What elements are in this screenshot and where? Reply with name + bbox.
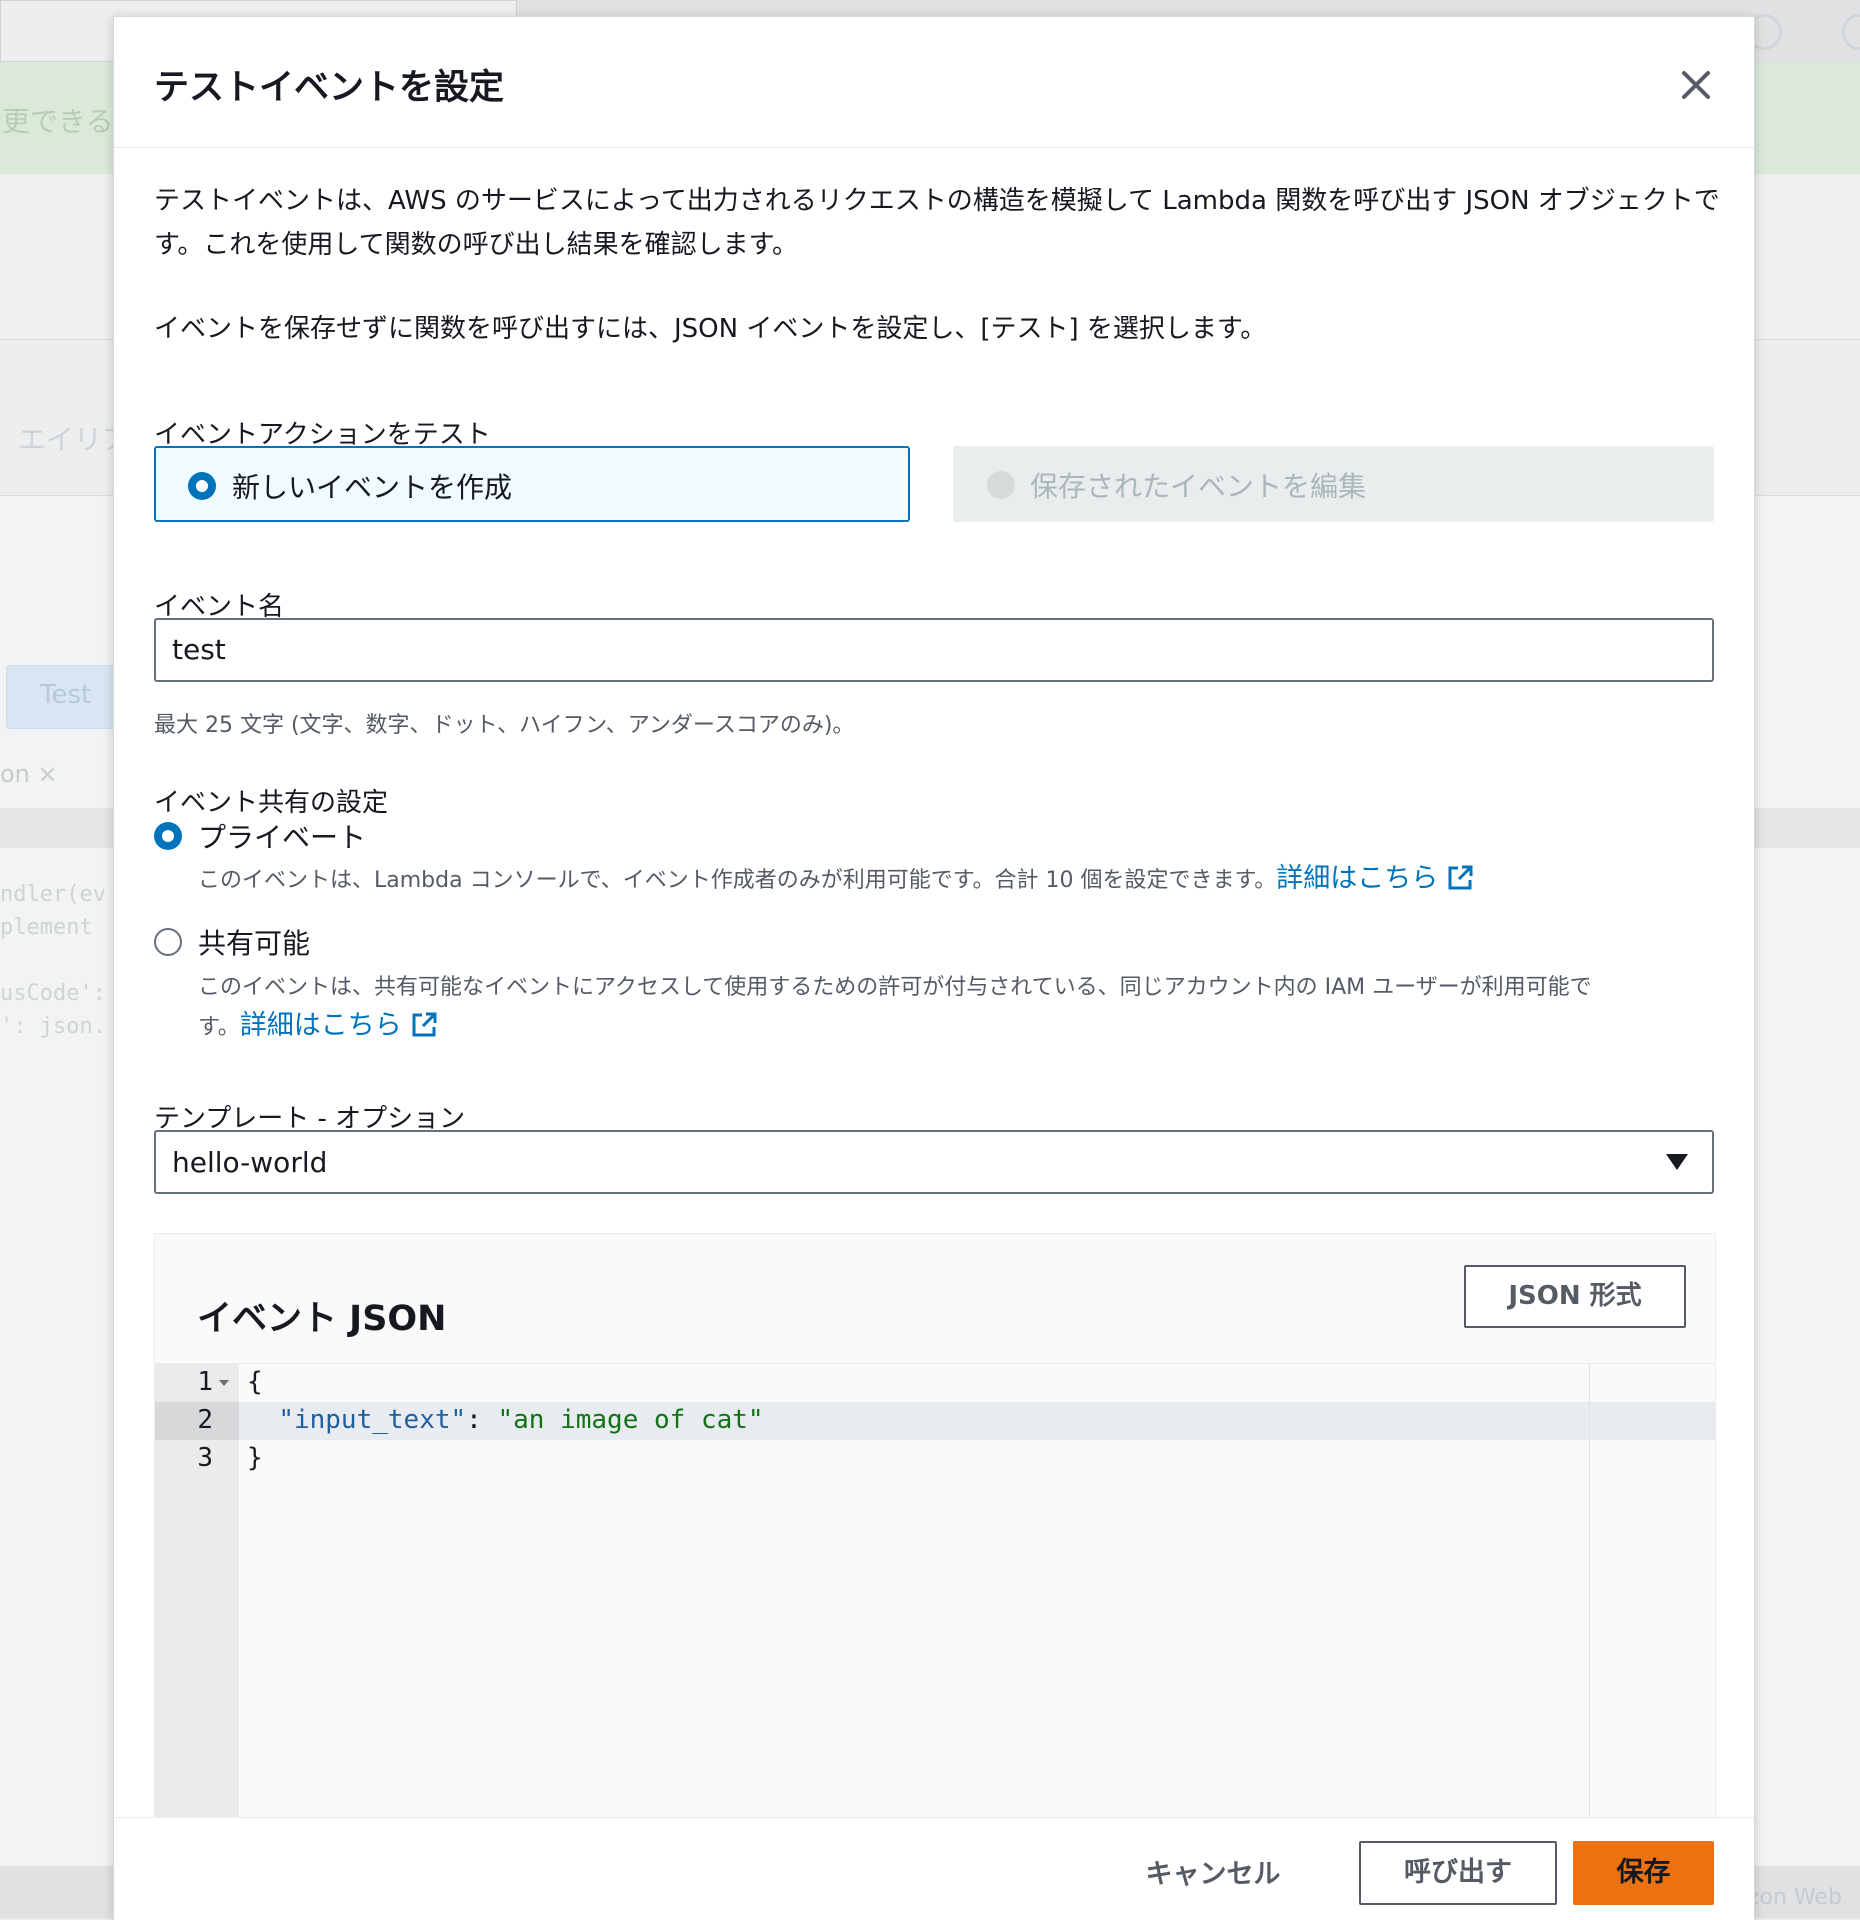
background-code-line: plement [0,915,93,940]
background-code-line: ndler(ev [0,882,106,907]
background-code-line: ': json. [0,1014,106,1039]
radio-private[interactable] [154,822,182,850]
invoke-button[interactable]: 呼び出す [1359,1841,1557,1905]
background-banner-text: 更できる [2,105,114,138]
close-icon [1682,71,1710,99]
background-code-line [0,944,106,977]
code-line: { [247,1367,263,1397]
cancel-button[interactable]: キャンセル [1128,1845,1298,1905]
json-format-button[interactable]: JSON 形式 [1464,1265,1686,1328]
caret-down-icon [1666,1154,1688,1170]
gear-icon [1842,14,1860,50]
external-link-icon [1448,865,1473,890]
modal-footer: キャンセル 呼び出す 保存 [114,1817,1754,1920]
line-number: 1 [197,1367,213,1397]
event-json-panel: イベント JSON JSON 形式 1 2 3 { "input_text": … [154,1233,1716,1853]
code-line: } [247,1443,263,1473]
json-colon: : [466,1405,498,1435]
shareable-option-description: このイベントは、共有可能なイベントにアクセスして使用するための許可が付与されてい… [198,969,1718,1047]
background-tab-label: on [0,760,30,788]
tile-edit-saved-event: 保存されたイベントを編集 [953,446,1714,522]
fold-arrow-icon[interactable] [219,1380,229,1386]
print-margin [1589,1364,1590,1852]
tile-create-new-event-label: 新しいイベントを作成 [232,471,513,504]
external-link-icon [412,1012,437,1037]
event-json-title: イベント JSON [197,1299,447,1339]
background-code: ndler(ev plement usCode': ': json. [0,878,106,1043]
close-button[interactable] [1674,63,1718,107]
line-number: 2 [197,1405,213,1435]
line-number: 3 [197,1443,213,1473]
radio-shareable[interactable] [154,928,182,956]
private-option-description: このイベントは、Lambda コンソールで、イベント作成者のみが利用可能です。合… [198,860,1474,900]
tile-edit-saved-event-label: 保存されたイベントを編集 [1030,470,1367,503]
radio-selected-icon [188,472,216,500]
tile-create-new-event[interactable]: 新しいイベントを作成 [154,446,910,522]
learn-more-link[interactable]: 詳細はこちら [1276,863,1438,894]
json-key: "input_text" [278,1405,467,1435]
configure-test-event-modal: テストイベントを設定 テストイベントは、AWS のサービスによって出力されるリク… [113,16,1755,1920]
background-tab: on × [0,760,58,788]
event-json-header: イベント JSON JSON 形式 [155,1234,1715,1362]
save-button[interactable]: 保存 [1573,1841,1714,1905]
event-name-input[interactable]: test [154,618,1714,682]
private-option-label[interactable]: プライベート [198,816,366,856]
code-line: "input_text": "an image of cat" [247,1405,764,1435]
event-sharing-label: イベント共有の設定 [154,788,389,818]
template-select[interactable]: hello-world [154,1130,1714,1194]
shareable-option-label[interactable]: 共有可能 [198,922,310,962]
background-test-label: Test [40,680,92,710]
modal-header: テストイベントを設定 [114,17,1754,148]
intro-text: テストイベントは、AWS のサービスによって出力されるリクエストの構造を模擬して… [154,186,1720,260]
modal-title: テストイベントを設定 [154,68,505,108]
shareable-desc-line: す。 [198,1015,240,1040]
json-code-editor[interactable]: 1 2 3 { "input_text": "an image of cat" … [155,1363,1715,1852]
shareable-desc-line: このイベントは、共有可能なイベントにアクセスして使用するための許可が付与されてい… [198,975,1592,1000]
intro-text-2: イベントを保存せずに関数を呼び出すには、JSON イベントを設定し、[テスト] … [154,314,1267,344]
template-select-value: hello-world [172,1146,328,1179]
json-string-value: "an image of cat" [497,1405,764,1435]
learn-more-link[interactable]: 詳細はこちら [240,1010,402,1041]
private-desc-text: このイベントは、Lambda コンソールで、イベント作成者のみが利用可能です。合… [198,868,1277,893]
background-code-line: usCode': [0,981,106,1006]
event-name-hint: 最大 25 文字 (文字、数字、ドット、ハイフン、アンダースコアのみ)。 [154,713,855,738]
radio-disabled-icon [987,471,1015,499]
background-footer-text: zon Web [1748,1885,1842,1910]
